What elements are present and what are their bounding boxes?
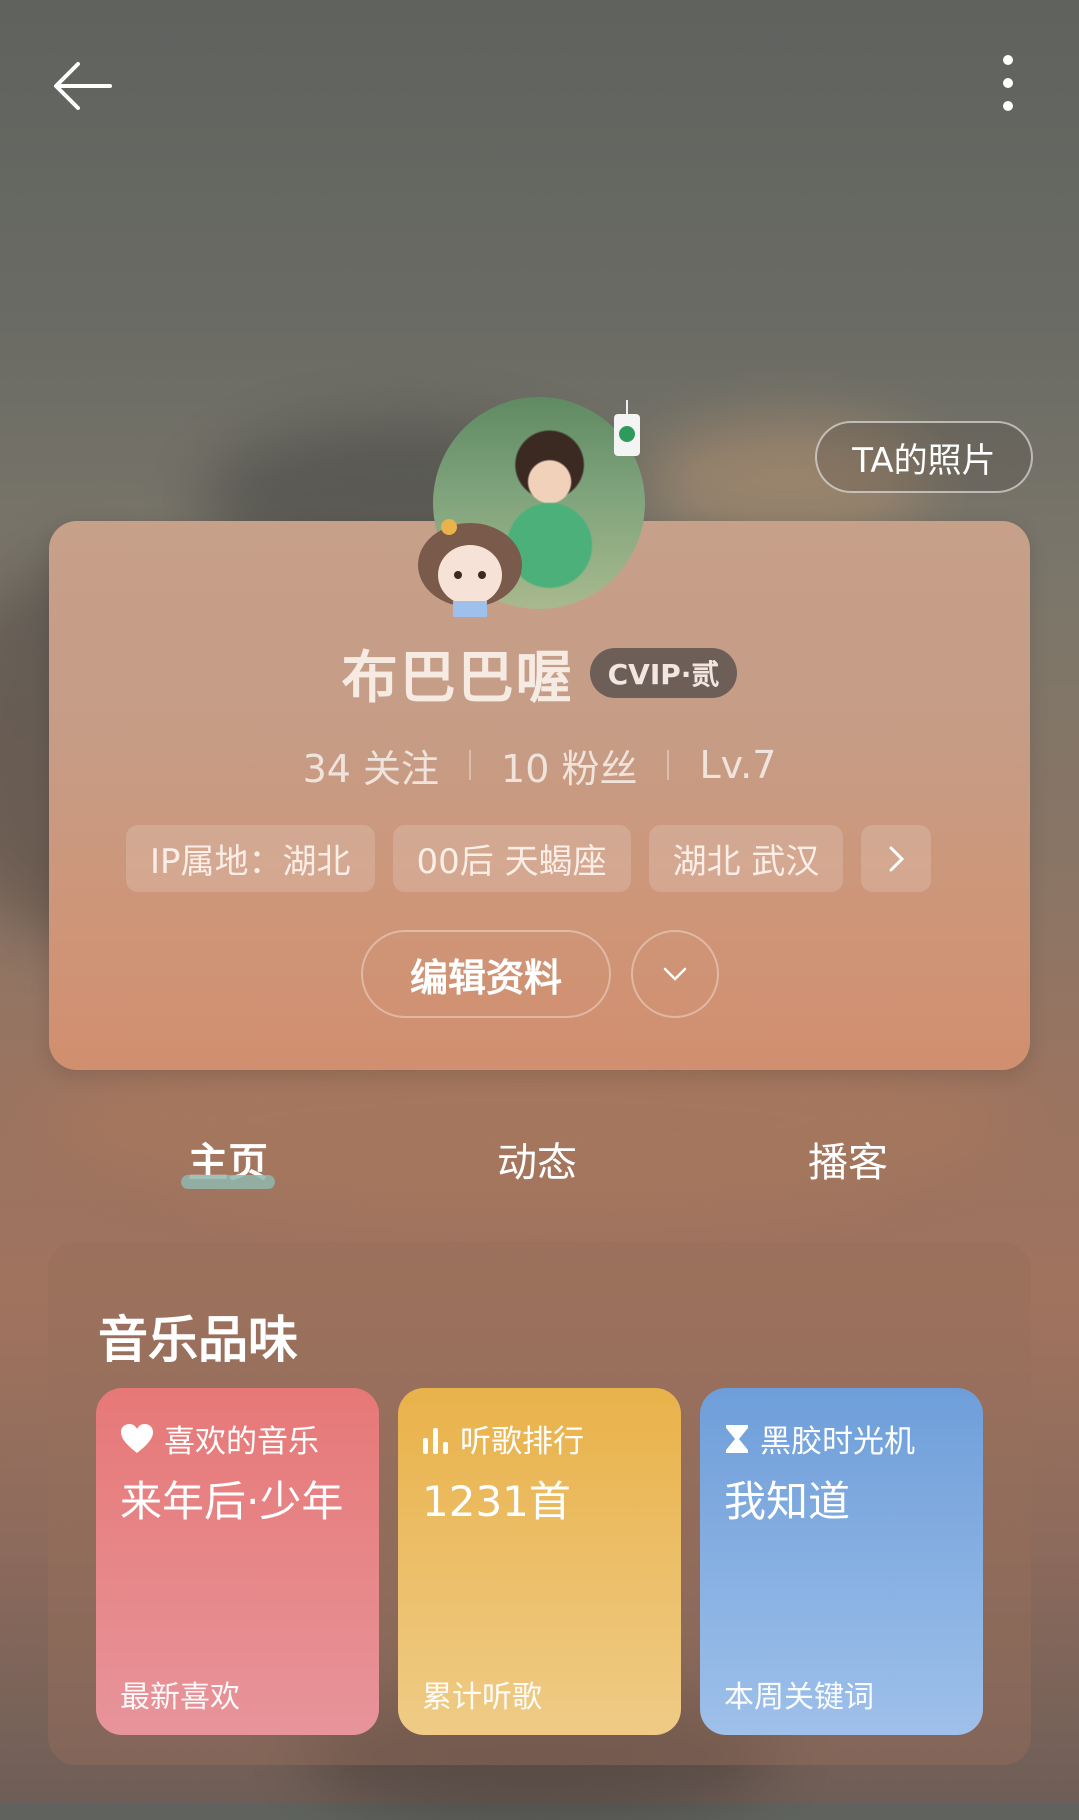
chevron-down-icon xyxy=(663,967,687,981)
tile-value: 我知道 xyxy=(724,1477,851,1526)
heart-icon xyxy=(121,1423,153,1453)
profile-tabs: 主页 动态 播客 xyxy=(0,1130,1079,1210)
vinyl-time-machine-tile[interactable]: 黑胶时光机 我知道 本周关键词 xyxy=(700,1388,983,1735)
follow-count[interactable]: 34 关注 xyxy=(273,738,469,793)
tile-value: 来年后·少年 xyxy=(120,1477,344,1526)
cup-pendant-icon xyxy=(614,400,640,456)
edit-profile-button[interactable]: 编辑资料 xyxy=(361,930,611,1018)
tab-moments[interactable]: 动态 xyxy=(497,1130,577,1188)
fans-count[interactable]: 10 粉丝 xyxy=(471,738,667,793)
stats-row: 34 关注 10 粉丝 Lv.7 xyxy=(0,738,1079,792)
tag-age-zodiac[interactable]: 00后 天蝎座 xyxy=(392,825,631,892)
tile-footer: 累计听歌 xyxy=(422,1680,542,1715)
tile-header: 喜欢的音乐 xyxy=(120,1416,319,1461)
top-bar xyxy=(0,0,1079,170)
tags-more-button[interactable] xyxy=(861,825,932,892)
expand-button[interactable] xyxy=(631,930,719,1018)
tile-footer: 最新喜欢 xyxy=(120,1680,240,1715)
name-row: 布巴巴喔 CVIP·贰 xyxy=(0,633,1079,713)
profile-tags: IP属地：湖北 00后 天蝎座 湖北 武汉 xyxy=(126,825,932,892)
vip-badge[interactable]: CVIP·贰 xyxy=(589,648,738,698)
tag-ip-location[interactable]: IP属地：湖北 xyxy=(126,825,375,892)
listening-rank-tile[interactable]: 听歌排行 1231首 累计听歌 xyxy=(398,1388,681,1735)
back-button[interactable] xyxy=(48,50,120,122)
tile-label: 黑胶时光机 xyxy=(760,1424,915,1460)
liked-music-tile[interactable]: 喜欢的音乐 来年后·少年 最新喜欢 xyxy=(96,1388,379,1735)
ta-photos-button[interactable]: TA的照片 xyxy=(815,421,1033,493)
tile-label: 喜欢的音乐 xyxy=(164,1424,319,1460)
hourglass-icon xyxy=(726,1424,748,1453)
user-level[interactable]: Lv.7 xyxy=(669,743,806,787)
tile-footer: 本周关键词 xyxy=(724,1680,874,1715)
tile-header: 黑胶时光机 xyxy=(724,1416,915,1461)
more-vertical-icon xyxy=(1003,55,1013,111)
tile-value: 1231首 xyxy=(422,1477,571,1526)
more-button[interactable] xyxy=(980,46,1036,126)
chevron-right-icon xyxy=(889,846,905,871)
avatar-sticker-icon xyxy=(418,519,522,617)
username: 布巴巴喔 xyxy=(341,645,574,711)
active-tab-indicator xyxy=(181,1175,275,1189)
tab-podcast[interactable]: 播客 xyxy=(808,1130,888,1188)
bar-chart-icon xyxy=(423,1427,448,1454)
tile-header: 听歌排行 xyxy=(422,1416,584,1461)
arrow-left-icon xyxy=(54,62,112,110)
tile-label: 听歌排行 xyxy=(460,1424,584,1460)
tag-hometown[interactable]: 湖北 武汉 xyxy=(648,825,844,892)
music-taste-title: 音乐品味 xyxy=(98,1311,298,1369)
